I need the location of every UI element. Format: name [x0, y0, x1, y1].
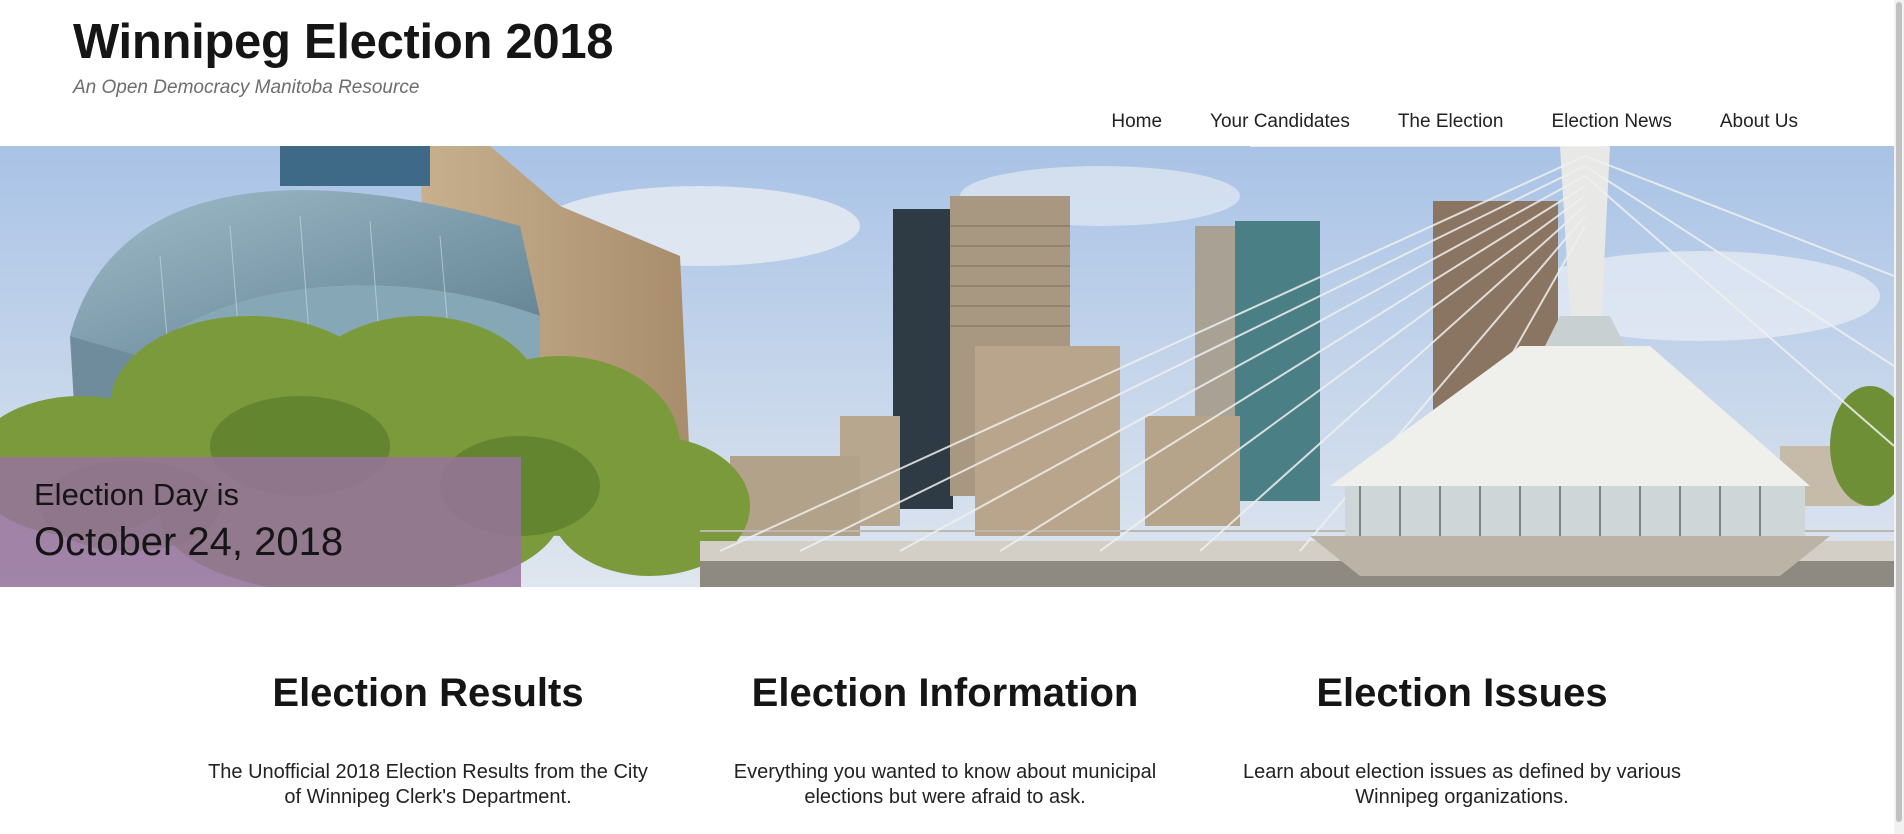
site-tagline: An Open Democracy Manitoba Resource: [73, 77, 420, 98]
site-header: Winnipeg Election 2018 An Open Democracy…: [0, 0, 1894, 146]
feature-text-results: The Unofficial 2018 Election Results fro…: [208, 761, 648, 808]
feature-heading-information[interactable]: Election Information: [705, 671, 1185, 716]
nav-item-election-news[interactable]: Election News: [1551, 111, 1671, 133]
feature-election-information: Election Information Everything you want…: [705, 587, 1185, 810]
nav-item-home[interactable]: Home: [1111, 111, 1162, 133]
site-title[interactable]: Winnipeg Election 2018: [73, 14, 614, 70]
nav-item-the-election[interactable]: The Election: [1398, 111, 1504, 133]
election-day-date: October 24, 2018: [34, 520, 344, 564]
nav-item-about-us[interactable]: About Us: [1720, 111, 1798, 133]
hero-banner: Election Day is October 24, 2018: [0, 146, 1894, 587]
feature-election-results: Election Results The Unofficial 2018 Ele…: [188, 587, 668, 810]
feature-heading-issues[interactable]: Election Issues: [1222, 671, 1702, 716]
feature-text-information: Everything you wanted to know about muni…: [733, 761, 1157, 808]
nav-item-your-candidates[interactable]: Your Candidates: [1210, 111, 1350, 133]
vertical-scrollbar[interactable]: [1894, 0, 1904, 834]
feature-election-issues: Election Issues Learn about election iss…: [1222, 587, 1702, 810]
election-day-banner: Election Day is October 24, 2018: [0, 457, 521, 587]
feature-heading-results[interactable]: Election Results: [188, 671, 668, 716]
feature-section: Election Results The Unofficial 2018 Ele…: [0, 587, 1894, 834]
feature-text-issues: Learn about election issues as defined b…: [1242, 761, 1682, 808]
election-day-label: Election Day is: [34, 477, 240, 512]
main-navigation: Home Your Candidates The Election Electi…: [1063, 111, 1798, 133]
scrollbar-thumb[interactable]: [1896, 2, 1902, 822]
